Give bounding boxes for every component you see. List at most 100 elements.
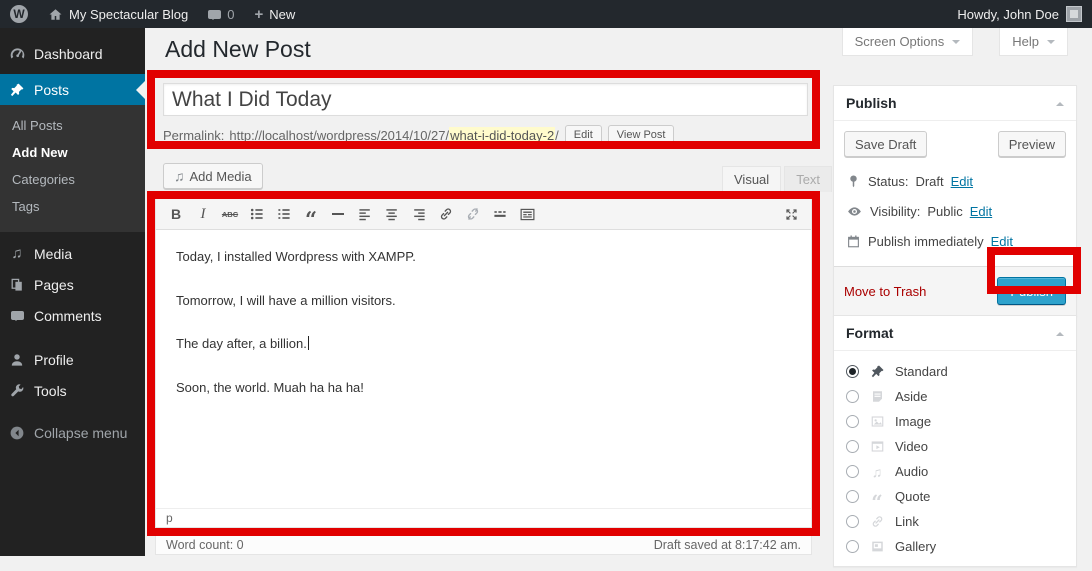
toggle-up-icon[interactable] — [1056, 98, 1064, 106]
submenu-categories[interactable]: Categories — [0, 166, 145, 193]
editor-content-area[interactable]: Today, I installed Wordpress with XAMPP.… — [156, 230, 811, 508]
publish-box: Publish Save Draft Preview Status: Draft… — [833, 85, 1077, 316]
radio-gallery[interactable] — [846, 540, 859, 553]
sidebar-label-pages: Pages — [34, 277, 74, 293]
sidebar-item-profile[interactable]: Profile — [0, 344, 145, 375]
element-path[interactable]: p — [166, 511, 173, 525]
distraction-free-button[interactable] — [779, 203, 803, 225]
align-right-button[interactable] — [407, 203, 431, 225]
sidebar-label-profile: Profile — [34, 352, 74, 368]
media-note-icon: ♫ — [0, 245, 34, 262]
publish-button[interactable]: Publish — [997, 277, 1066, 305]
save-draft-button[interactable]: Save Draft — [844, 131, 927, 157]
strikethrough-button[interactable]: ABC — [218, 203, 242, 225]
publish-box-title: Publish — [846, 95, 897, 111]
new-label: New — [269, 7, 295, 22]
chevron-down-icon — [1047, 40, 1055, 48]
post-status-pin-icon — [846, 174, 861, 189]
format-option-video[interactable]: Video — [846, 434, 1064, 459]
format-box: Format Standard Aside Image — [833, 315, 1077, 567]
sidebar-item-pages[interactable]: Pages — [0, 269, 145, 300]
user-avatar[interactable] — [1066, 6, 1082, 22]
edit-permalink-button[interactable]: Edit — [565, 125, 602, 145]
blockquote-button[interactable]: “ — [299, 203, 323, 225]
sidebar-label-collapse: Collapse menu — [34, 425, 127, 441]
permalink-slug[interactable]: what-i-did-today-2 — [449, 127, 555, 144]
screen-options-tab[interactable]: Screen Options — [842, 28, 974, 56]
radio-video[interactable] — [846, 440, 859, 453]
radio-image[interactable] — [846, 415, 859, 428]
format-option-quote[interactable]: “ Quote — [846, 484, 1064, 509]
numbered-list-button[interactable] — [272, 203, 296, 225]
preview-button[interactable]: Preview — [998, 131, 1066, 157]
radio-aside[interactable] — [846, 390, 859, 403]
permalink-trailing-slash: / — [555, 128, 559, 143]
comments-admin-bar[interactable]: 0 — [198, 0, 244, 28]
sidebar-item-posts[interactable]: Posts — [0, 74, 145, 105]
submenu-add-new[interactable]: Add New — [0, 139, 145, 166]
sidebar-item-comments[interactable]: Comments — [0, 300, 145, 331]
tab-visual[interactable]: Visual — [722, 166, 781, 192]
tab-text[interactable]: Text — [784, 166, 832, 192]
radio-link[interactable] — [846, 515, 859, 528]
format-option-gallery[interactable]: Gallery — [846, 534, 1064, 559]
help-tab[interactable]: Help — [999, 28, 1068, 56]
site-name-label: My Spectacular Blog — [69, 7, 188, 22]
align-left-button[interactable] — [353, 203, 377, 225]
italic-button[interactable]: I — [191, 203, 215, 225]
sidebar-item-dashboard[interactable]: Dashboard — [0, 38, 145, 69]
comments-count: 0 — [227, 7, 234, 22]
add-media-button[interactable]: ♫ Add Media — [163, 163, 263, 189]
align-center-button[interactable] — [380, 203, 404, 225]
sidebar-item-tools[interactable]: Tools — [0, 375, 145, 406]
help-label: Help — [1012, 34, 1039, 49]
radio-audio[interactable] — [846, 465, 859, 478]
toolbar-toggle-button[interactable] — [515, 203, 539, 225]
comment-bubble-icon — [208, 10, 221, 19]
format-label: Image — [895, 414, 931, 429]
publish-box-header[interactable]: Publish — [834, 86, 1076, 121]
editor-paragraph: Today, I installed Wordpress with XAMPP. — [176, 247, 791, 267]
howdy-user-link[interactable]: Howdy, John Doe — [957, 7, 1059, 22]
pushpin-icon — [0, 82, 34, 98]
toggle-up-icon[interactable] — [1056, 328, 1064, 336]
submenu-all-posts[interactable]: All Posts — [0, 112, 145, 139]
site-name-link[interactable]: My Spectacular Blog — [38, 0, 198, 28]
bold-button[interactable]: B — [164, 203, 188, 225]
format-option-audio[interactable]: ♫ Audio — [846, 459, 1064, 484]
image-icon — [868, 414, 886, 429]
format-option-aside[interactable]: Aside — [846, 384, 1064, 409]
horizontal-rule-button[interactable] — [326, 203, 350, 225]
edit-status-link[interactable]: Edit — [951, 174, 973, 189]
bulleted-list-button[interactable] — [245, 203, 269, 225]
sidebar-label-dashboard: Dashboard — [34, 46, 103, 62]
format-label: Standard — [895, 364, 948, 379]
radio-quote[interactable] — [846, 490, 859, 503]
insert-link-button[interactable] — [434, 203, 458, 225]
radio-standard[interactable] — [846, 365, 859, 378]
format-label: Quote — [895, 489, 930, 504]
wordpress-logo-menu[interactable]: W — [0, 0, 38, 28]
sidebar-label-comments: Comments — [34, 308, 102, 324]
editor-statusbar: p — [156, 508, 811, 527]
format-box-header[interactable]: Format — [834, 316, 1076, 351]
post-title-input[interactable] — [163, 83, 808, 116]
word-count-value: 0 — [237, 538, 244, 552]
edit-schedule-link[interactable]: Edit — [991, 234, 1013, 249]
sidebar-item-collapse-menu[interactable]: Collapse menu — [0, 417, 145, 448]
format-option-image[interactable]: Image — [846, 409, 1064, 434]
new-content-menu[interactable]: + New — [244, 0, 305, 28]
sidebar-item-media[interactable]: ♫ Media — [0, 238, 145, 269]
format-option-standard[interactable]: Standard — [846, 359, 1064, 384]
move-to-trash-link[interactable]: Move to Trash — [844, 284, 926, 299]
add-media-label: Add Media — [190, 169, 252, 184]
edit-visibility-link[interactable]: Edit — [970, 204, 992, 219]
unlink-button[interactable] — [461, 203, 485, 225]
submenu-tags[interactable]: Tags — [0, 193, 145, 220]
autosave-status: Draft saved at 8:17:42 am. — [654, 538, 801, 552]
view-post-button[interactable]: View Post — [608, 125, 675, 145]
eye-icon — [846, 203, 863, 220]
schedule-row: Publish immediately Edit — [844, 227, 1066, 256]
insert-more-tag-button[interactable] — [488, 203, 512, 225]
posts-submenu: All Posts Add New Categories Tags — [0, 105, 145, 232]
